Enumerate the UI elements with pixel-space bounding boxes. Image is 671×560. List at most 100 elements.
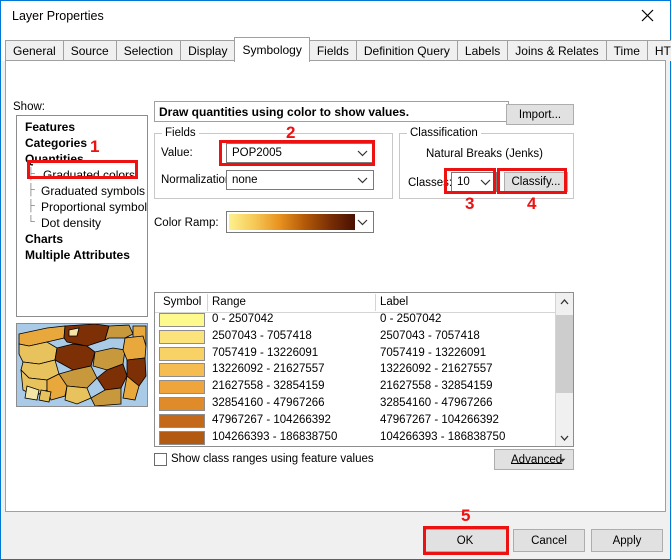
symbol-swatch[interactable]: [159, 313, 205, 327]
cell-range: 2507043 - 7057418: [212, 330, 312, 342]
tree-connector-icon: └: [27, 216, 39, 228]
tab-labels[interactable]: Labels: [457, 40, 508, 61]
tab-fields[interactable]: Fields: [309, 40, 357, 61]
normalization-combo[interactable]: none: [226, 170, 374, 190]
tree-connector-icon: ├: [27, 184, 39, 196]
show-class-ranges-checkbox[interactable]: [154, 453, 167, 466]
chevron-down-icon: [477, 174, 493, 190]
classes-combo[interactable]: 10: [451, 172, 497, 192]
show-item-features[interactable]: Features: [25, 120, 75, 134]
classification-method: Natural Breaks (Jenks): [426, 148, 543, 160]
cell-label[interactable]: 2507043 - 7057418: [380, 330, 480, 342]
symbol-swatch[interactable]: [159, 347, 205, 361]
show-item-multiple-attributes[interactable]: Multiple Attributes: [25, 248, 130, 262]
scrollbar-thumb[interactable]: [556, 315, 573, 393]
tab-html-popup[interactable]: HTML Popup: [647, 40, 671, 61]
chevron-down-icon: [354, 214, 370, 230]
scroll-down-icon[interactable]: [556, 429, 573, 446]
table-row[interactable]: 47967267 - 104266392 47967267 - 104266392: [155, 413, 555, 430]
table-row[interactable]: 32854160 - 47967266 32854160 - 47967266: [155, 396, 555, 413]
symbol-swatch[interactable]: [159, 330, 205, 344]
ok-button[interactable]: OK: [423, 529, 507, 552]
show-item-graduated-colors[interactable]: Graduated colors: [41, 168, 137, 182]
cancel-button[interactable]: Cancel: [513, 529, 585, 552]
show-item-graduated-symbols[interactable]: Graduated symbols: [41, 184, 145, 198]
symbol-swatch[interactable]: [159, 380, 205, 394]
show-item-categories[interactable]: Categories: [25, 136, 87, 150]
table-row[interactable]: 7057419 - 13226091 7057419 - 13226091: [155, 346, 555, 363]
layer-properties-window: Layer Properties GeneralSourceSelectionD…: [0, 0, 671, 560]
tab-joins-relates[interactable]: Joins & Relates: [507, 40, 606, 61]
normalization-combo-text: none: [232, 174, 258, 186]
title-bar: Layer Properties: [1, 1, 670, 32]
show-item-proportional-symbols[interactable]: Proportional symbols: [41, 200, 148, 214]
show-item-charts[interactable]: Charts: [25, 232, 63, 246]
cell-label[interactable]: 32854160 - 47967266: [380, 397, 493, 409]
symbol-swatch[interactable]: [159, 431, 205, 445]
color-ramp-combo[interactable]: [226, 211, 374, 233]
cell-label[interactable]: 104266393 - 186838750: [380, 431, 505, 443]
show-item-quantities[interactable]: Quantities: [25, 152, 84, 166]
table-row[interactable]: 13226092 - 21627557 13226092 - 21627557: [155, 362, 555, 379]
table-body: 0 - 25070420 - 25070422507043 - 70574182…: [155, 312, 555, 446]
header-divider: [375, 294, 376, 311]
apply-button[interactable]: Apply: [591, 529, 663, 552]
tab-symbology[interactable]: Symbology: [234, 37, 309, 62]
chevron-down-icon: [559, 454, 566, 466]
scroll-up-icon[interactable]: [556, 293, 573, 310]
show-class-ranges-label: Show class ranges using feature values: [171, 453, 374, 465]
cell-range: 13226092 - 21627557: [212, 363, 325, 375]
tab-selection[interactable]: Selection: [116, 40, 181, 61]
show-item-dot-density[interactable]: Dot density: [41, 216, 101, 230]
cell-label[interactable]: 13226092 - 21627557: [380, 363, 493, 375]
tab-general[interactable]: General: [5, 40, 64, 61]
cell-label[interactable]: 7057419 - 13226091: [380, 347, 486, 359]
show-tree-list[interactable]: Features Categories Quantities Graduated co…: [16, 115, 148, 317]
advanced-button[interactable]: Advanced: [494, 449, 574, 470]
chevron-down-icon: [354, 145, 370, 161]
value-combo[interactable]: POP2005: [226, 143, 374, 163]
table-header-row: Symbol Range Label: [155, 293, 573, 313]
symbol-swatch[interactable]: [159, 414, 205, 428]
footer-divider: [1, 516, 670, 517]
cell-range: 7057419 - 13226091: [212, 347, 318, 359]
header-divider: [207, 294, 208, 311]
tab-strip: GeneralSourceSelectionDisplaySymbologyFi…: [1, 31, 670, 61]
table-row[interactable]: 21627558 - 32854159 21627558 - 32854159: [155, 379, 555, 396]
tree-connector-icon: ├: [27, 200, 39, 212]
color-ramp-label: Color Ramp:: [154, 217, 219, 229]
cell-range: 32854160 - 47967266: [212, 397, 325, 409]
color-ramp-gradient: [229, 214, 355, 230]
tab-display[interactable]: Display: [180, 40, 235, 61]
description-box: Draw quantities using color to show valu…: [154, 101, 509, 122]
close-icon[interactable]: [625, 1, 670, 30]
classes-label: Classes:: [408, 177, 452, 189]
cell-label[interactable]: 21627558 - 32854159: [380, 380, 493, 392]
import-button[interactable]: Import...: [506, 104, 574, 125]
chevron-down-icon: [354, 172, 370, 188]
table-row[interactable]: 2507043 - 7057418 2507043 - 7057418: [155, 329, 555, 346]
cell-range: 104266393 - 186838750: [212, 431, 337, 443]
tab-time[interactable]: Time: [606, 40, 648, 61]
symbol-swatch[interactable]: [159, 397, 205, 411]
table-scrollbar[interactable]: [555, 293, 573, 446]
column-header-label: Label: [380, 296, 408, 308]
fields-group-title: Fields: [162, 127, 199, 139]
description-text: Draw quantities using color to show valu…: [159, 105, 409, 119]
table-row[interactable]: 104266393 - 186838750 104266393 - 1868387…: [155, 430, 555, 446]
classes-combo-text: 10: [457, 176, 470, 188]
value-label: Value:: [161, 147, 193, 159]
cell-label[interactable]: 47967267 - 104266392: [380, 414, 499, 426]
cell-range: 0 - 2507042: [212, 313, 273, 325]
window-title: Layer Properties: [12, 9, 104, 23]
tab-list: GeneralSourceSelectionDisplaySymbologyFi…: [5, 36, 671, 61]
classify-button[interactable]: Classify...: [504, 172, 568, 192]
table-row[interactable]: 0 - 2507042 0 - 2507042: [155, 312, 555, 329]
symbol-classes-table[interactable]: Symbol Range Label 0 - 25070420 - 250704…: [154, 292, 574, 447]
symbol-swatch[interactable]: [159, 363, 205, 377]
tab-source[interactable]: Source: [63, 40, 117, 61]
cell-range: 21627558 - 32854159: [212, 380, 325, 392]
cell-label[interactable]: 0 - 2507042: [380, 313, 441, 325]
cell-range: 47967267 - 104266392: [212, 414, 331, 426]
tab-definition-query[interactable]: Definition Query: [356, 40, 458, 61]
